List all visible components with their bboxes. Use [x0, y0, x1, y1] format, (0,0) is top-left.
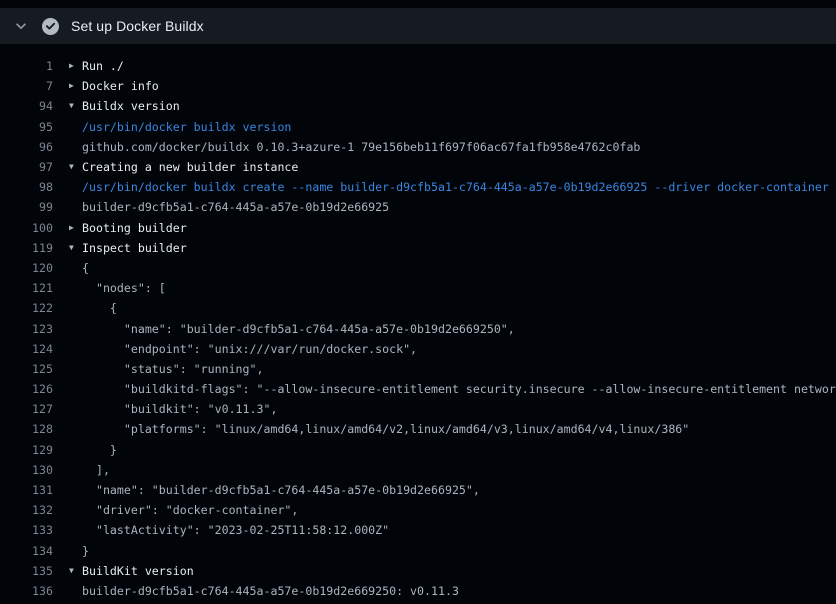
line-number-link[interactable]: 135: [0, 564, 53, 578]
log-line-text: "name": "builder-d9cfb5a1-c764-445a-a57e…: [82, 322, 836, 336]
log-line-text: "buildkitd-flags": "--allow-insecure-ent…: [82, 382, 836, 396]
log-line-output: 128 "platforms": "linux/amd64,linux/amd6…: [0, 419, 836, 439]
log-line-text: Run ./: [82, 59, 836, 73]
log-line-text: Docker info: [82, 79, 836, 93]
line-number-link[interactable]: 1: [0, 59, 53, 73]
log-line-output: 124 "endpoint": "unix:///var/run/docker.…: [0, 339, 836, 359]
triangle-collapsed-icon: ▶: [53, 76, 82, 96]
log-line-text: "platforms": "linux/amd64,linux/amd64/v2…: [82, 422, 836, 436]
step-header[interactable]: Set up Docker Buildx: [0, 8, 836, 44]
log-line-text: BuildKit version: [82, 564, 836, 578]
log-line-output: 125 "status": "running",: [0, 359, 836, 379]
log-line-text: ],: [82, 463, 836, 477]
line-number-link[interactable]: 99: [0, 200, 53, 214]
log-line-output: 131 "name": "builder-d9cfb5a1-c764-445a-…: [0, 480, 836, 500]
check-circle-icon: [42, 18, 59, 35]
line-number-link[interactable]: 132: [0, 503, 53, 517]
log-line-output: 120 {: [0, 258, 836, 278]
line-number-link[interactable]: 7: [0, 79, 53, 93]
log-line-command: 95 /usr/bin/docker buildx version: [0, 117, 836, 137]
log-line-text: Booting builder: [82, 221, 836, 235]
log-line-text: Inspect builder: [82, 241, 836, 255]
log-line-text: Creating a new builder instance: [82, 160, 836, 174]
log-line-output: 122 {: [0, 298, 836, 318]
line-number-link[interactable]: 94: [0, 99, 53, 113]
log-line-output: 127 "buildkit": "v0.11.3",: [0, 399, 836, 419]
log-line-text: {: [82, 261, 836, 275]
triangle-expanded-icon: ▼: [53, 96, 82, 116]
line-number-link[interactable]: 122: [0, 301, 53, 315]
log-line-text: }: [82, 443, 836, 457]
log-line-text: builder-d9cfb5a1-c764-445a-a57e-0b19d2e6…: [82, 200, 836, 214]
line-number-link[interactable]: 136: [0, 584, 53, 598]
log-line-text: "status": "running",: [82, 362, 836, 376]
triangle-expanded-icon: ▼: [53, 561, 82, 581]
log-line-group[interactable]: 7 ▶ Docker info: [0, 76, 836, 96]
log-line-group[interactable]: 1 ▶ Run ./: [0, 56, 836, 76]
log-line-text: builder-d9cfb5a1-c764-445a-a57e-0b19d2e6…: [82, 584, 836, 598]
log-line-text: "driver": "docker-container",: [82, 503, 836, 517]
log-line-output: 130 ],: [0, 460, 836, 480]
chevron-down-icon[interactable]: [13, 18, 29, 34]
log-line-text: "nodes": [: [82, 281, 836, 295]
line-number-link[interactable]: 131: [0, 483, 53, 497]
log-line-group[interactable]: 119 ▼ Inspect builder: [0, 238, 836, 258]
triangle-collapsed-icon: ▶: [53, 56, 82, 76]
log-line-text: /usr/bin/docker buildx version: [82, 120, 836, 134]
log-line-output: 134 }: [0, 541, 836, 561]
line-number-link[interactable]: 120: [0, 261, 53, 275]
log-container: 1 ▶ Run ./ 7 ▶ Docker info 94 ▼ Buildx v…: [0, 56, 836, 604]
log-line-output: 96 github.com/docker/buildx 0.10.3+azure…: [0, 137, 836, 157]
log-line-output: 132 "driver": "docker-container",: [0, 500, 836, 520]
log-line-output: 123 "name": "builder-d9cfb5a1-c764-445a-…: [0, 318, 836, 338]
line-number-link[interactable]: 133: [0, 523, 53, 537]
line-number-link[interactable]: 125: [0, 362, 53, 376]
log-line-group[interactable]: 100 ▶ Booting builder: [0, 218, 836, 238]
triangle-collapsed-icon: ▶: [53, 218, 82, 238]
log-line-output: 129 }: [0, 440, 836, 460]
line-number-link[interactable]: 98: [0, 180, 53, 194]
line-number-link[interactable]: 123: [0, 322, 53, 336]
line-number-link[interactable]: 119: [0, 241, 53, 255]
triangle-expanded-icon: ▼: [53, 157, 82, 177]
log-line-output: 136 builder-d9cfb5a1-c764-445a-a57e-0b19…: [0, 581, 836, 601]
line-number-link[interactable]: 129: [0, 443, 53, 457]
line-number-link[interactable]: 124: [0, 342, 53, 356]
log-line-text: "buildkit": "v0.11.3",: [82, 402, 836, 416]
log-line-output: 133 "lastActivity": "2023-02-25T11:58:12…: [0, 520, 836, 540]
line-number-link[interactable]: 96: [0, 140, 53, 154]
log-line-text: "name": "builder-d9cfb5a1-c764-445a-a57e…: [82, 483, 836, 497]
log-line-text: /usr/bin/docker buildx create --name bui…: [82, 180, 836, 194]
triangle-expanded-icon: ▼: [53, 238, 82, 258]
line-number-link[interactable]: 97: [0, 160, 53, 174]
log-line-text: Buildx version: [82, 99, 836, 113]
line-number-link[interactable]: 128: [0, 422, 53, 436]
line-number-link[interactable]: 127: [0, 402, 53, 416]
log-line-text: }: [82, 544, 836, 558]
step-title: Set up Docker Buildx: [71, 18, 204, 34]
line-number-link[interactable]: 95: [0, 120, 53, 134]
log-line-command: 98 /usr/bin/docker buildx create --name …: [0, 177, 836, 197]
log-line-output: 126 "buildkitd-flags": "--allow-insecure…: [0, 379, 836, 399]
line-number-link[interactable]: 126: [0, 382, 53, 396]
log-line-group[interactable]: 94 ▼ Buildx version: [0, 96, 836, 116]
log-line-output: 99 builder-d9cfb5a1-c764-445a-a57e-0b19d…: [0, 197, 836, 217]
line-number-link[interactable]: 130: [0, 463, 53, 477]
log-line-group[interactable]: 97 ▼ Creating a new builder instance: [0, 157, 836, 177]
log-line-output: 121 "nodes": [: [0, 278, 836, 298]
line-number-link[interactable]: 134: [0, 544, 53, 558]
log-line-text: github.com/docker/buildx 0.10.3+azure-1 …: [82, 140, 836, 154]
log-line-text: {: [82, 301, 836, 315]
log-line-text: "endpoint": "unix:///var/run/docker.sock…: [82, 342, 836, 356]
log-line-text: "lastActivity": "2023-02-25T11:58:12.000…: [82, 523, 836, 537]
line-number-link[interactable]: 100: [0, 221, 53, 235]
line-number-link[interactable]: 121: [0, 281, 53, 295]
log-line-group[interactable]: 135 ▼ BuildKit version: [0, 561, 836, 581]
